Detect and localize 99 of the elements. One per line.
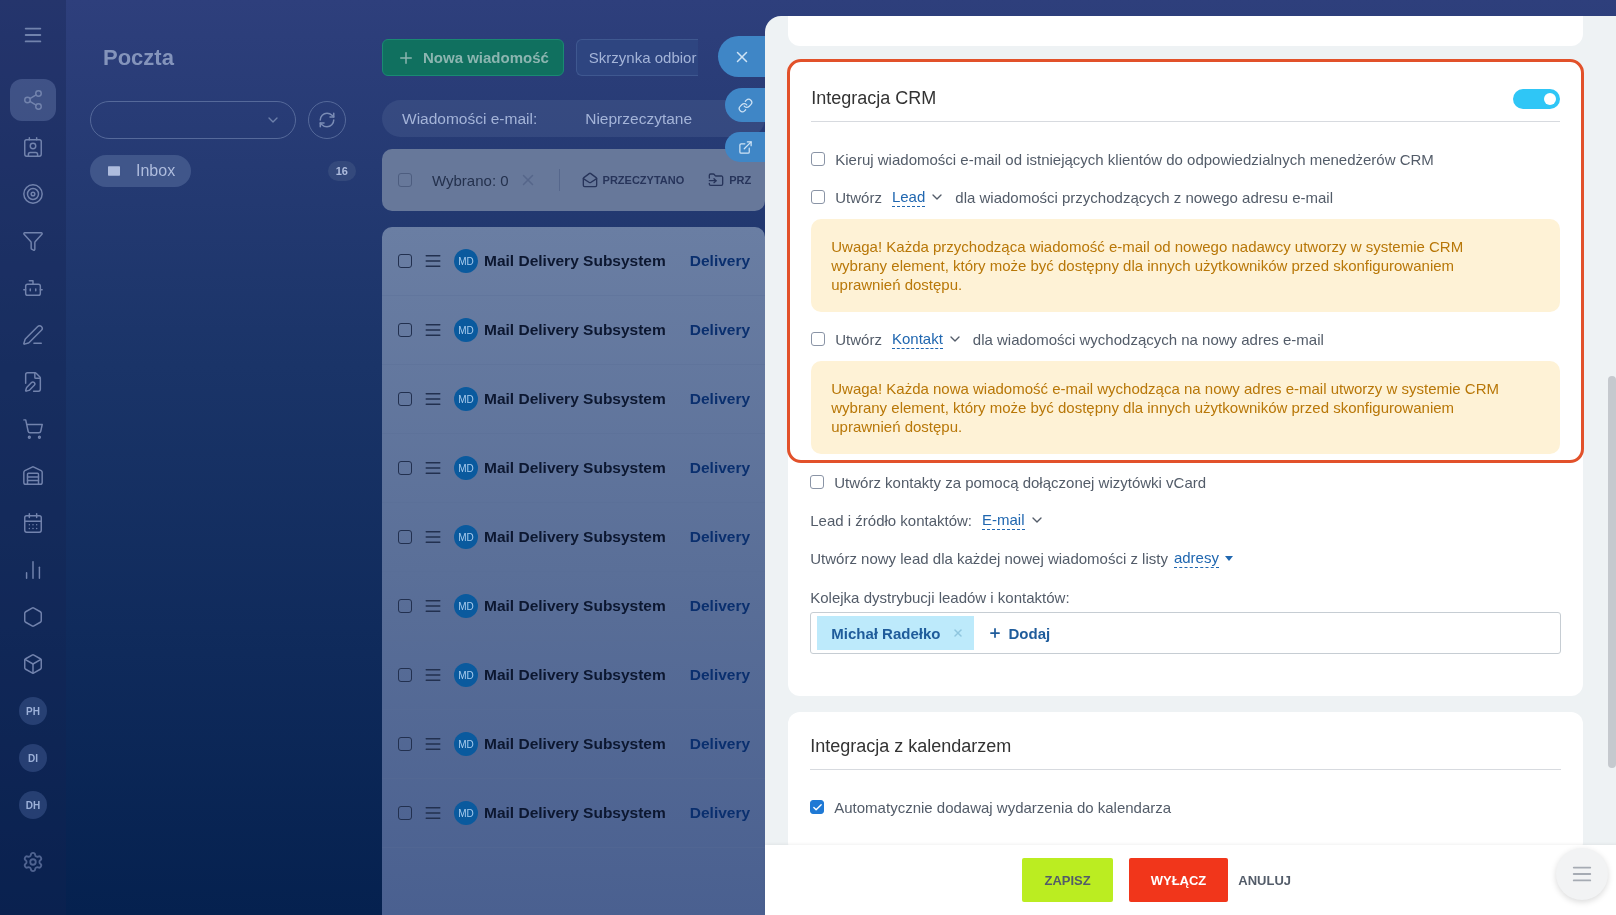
sender-avatar: MD bbox=[454, 249, 478, 273]
warning-notice: Uwaga! Każda przychodząca wiadomość e-mail od nowego nadawcy utworzy w systemie CRM wybrany element, który może być dostępny dla innych użytkowników przed skonfigurowaniem uprawnień dostępu. bbox=[811, 219, 1561, 312]
checkbox[interactable] bbox=[811, 190, 826, 204]
envelope-icon bbox=[106, 163, 122, 179]
field-label: Kolejka dystrybucji leadów i kontaktów: bbox=[810, 589, 1071, 606]
mail-sender[interactable]: Mail Delivery Subsystem bbox=[484, 252, 666, 270]
people-field[interactable]: Michał Radełko Dodaj bbox=[810, 612, 1562, 654]
add-button[interactable]: Dodaj bbox=[988, 624, 1051, 642]
open-envelope-icon bbox=[581, 172, 598, 188]
sender-avatar: MD bbox=[454, 594, 478, 618]
drag-handle-icon[interactable] bbox=[424, 252, 442, 270]
mail-subject[interactable]: Delivery bbox=[689, 597, 751, 615]
option-label: Kieruj wiadomości e-mail od istniejących klientów do odpowiedzialnych menedżerów CRM bbox=[835, 150, 1434, 168]
mail-subject[interactable]: Delivery bbox=[689, 252, 751, 270]
mail-subject[interactable]: Delivery bbox=[689, 459, 751, 477]
mail-sender[interactable]: Mail Delivery Subsystem bbox=[484, 735, 666, 753]
caret-icon bbox=[1224, 555, 1233, 561]
checkbox[interactable] bbox=[811, 152, 826, 166]
toolbar-action[interactable]: PRZ bbox=[708, 172, 752, 188]
page-title: Poczta bbox=[102, 45, 175, 72]
copy-link-button[interactable] bbox=[725, 88, 766, 122]
mail-sender[interactable]: Mail Delivery Subsystem bbox=[484, 528, 666, 546]
mail-sender[interactable]: Mail Delivery Subsystem bbox=[484, 459, 666, 477]
save-button[interactable]: ZAPISZ bbox=[1022, 858, 1113, 902]
close-button[interactable] bbox=[718, 36, 766, 77]
folder-arrow-icon bbox=[708, 172, 725, 188]
refresh-icon bbox=[318, 111, 336, 129]
external-link-icon bbox=[737, 139, 753, 155]
checkbox[interactable] bbox=[398, 461, 412, 475]
mail-sender[interactable]: Mail Delivery Subsystem bbox=[484, 390, 666, 408]
entity-select[interactable]: Kontakt bbox=[891, 329, 943, 349]
drag-handle-icon[interactable] bbox=[424, 597, 442, 615]
mail-subject[interactable]: Delivery bbox=[689, 666, 751, 684]
field-label: Lead i źródło kontaktów: bbox=[810, 511, 973, 529]
person-tag[interactable]: Michał Radełko bbox=[817, 616, 975, 650]
checkbox[interactable] bbox=[810, 475, 825, 489]
scrollbar[interactable] bbox=[1608, 376, 1616, 768]
sender-avatar: MD bbox=[454, 525, 478, 549]
drag-handle-icon[interactable] bbox=[424, 528, 442, 546]
mail-subject[interactable]: Delivery bbox=[689, 321, 751, 339]
checkbox[interactable] bbox=[398, 806, 412, 820]
folder-item[interactable]: Inbox bbox=[90, 155, 192, 187]
sender-avatar: MD bbox=[454, 801, 478, 825]
mail-sender[interactable]: Mail Delivery Subsystem bbox=[484, 666, 666, 684]
disable-button[interactable]: WYŁĄCZ bbox=[1128, 858, 1229, 902]
cancel-link[interactable]: ANULUJ bbox=[1238, 858, 1292, 902]
checkbox[interactable] bbox=[398, 599, 412, 613]
sender-avatar: MD bbox=[454, 318, 478, 342]
sender-avatar: MD bbox=[454, 663, 478, 687]
source-select[interactable]: E-mail bbox=[982, 510, 1025, 530]
checkbox[interactable] bbox=[398, 392, 412, 406]
section-title: Integracja CRM bbox=[811, 88, 937, 109]
mail-subject[interactable]: Delivery bbox=[689, 528, 751, 546]
checkbox[interactable] bbox=[398, 254, 412, 268]
option-label: dla wiadomości wychodzących na nowy adres e-mail bbox=[972, 330, 1324, 348]
link-icon bbox=[737, 97, 753, 113]
toolbar-action[interactable]: PRZECZYTANO bbox=[581, 172, 685, 188]
plus-icon bbox=[988, 626, 1003, 640]
drag-handle-icon[interactable] bbox=[424, 666, 442, 684]
filter-label: Wiadomości e-mail: bbox=[402, 109, 538, 128]
mail-subject[interactable]: Delivery bbox=[689, 390, 751, 408]
toggle-switch[interactable] bbox=[1513, 88, 1561, 109]
option-label: Utwórz bbox=[835, 330, 882, 348]
filter-option[interactable]: Nieprzeczytane bbox=[585, 109, 693, 128]
option-label: Utwórz bbox=[835, 188, 882, 206]
warning-notice: Uwaga! Każda nowa wiadomość e-mail wychodząca na nowy adres e-mail utworzy w systemie CRM wybrany element, który może być dostępny dla innych użytkowników przed skonfigurowaniem uprawnień dostępu. bbox=[811, 361, 1561, 454]
mail-subject[interactable]: Delivery bbox=[689, 804, 751, 822]
checkbox[interactable] bbox=[398, 668, 412, 682]
mail-subject[interactable]: Delivery bbox=[689, 735, 751, 753]
drag-handle-icon[interactable] bbox=[424, 390, 442, 408]
checkbox[interactable] bbox=[398, 530, 412, 544]
option-label: Automatycznie dodawaj wydarzenia do kalendarza bbox=[834, 798, 1172, 816]
selected-count: Wybrano: 0 bbox=[432, 171, 509, 189]
new-message-button[interactable]: Nowa wiadomość bbox=[382, 39, 564, 76]
mail-sender[interactable]: Mail Delivery Subsystem bbox=[484, 804, 666, 822]
checkbox[interactable] bbox=[811, 332, 826, 346]
sender-avatar: MD bbox=[454, 732, 478, 756]
mail-sender[interactable]: Mail Delivery Subsystem bbox=[484, 597, 666, 615]
sender-avatar: MD bbox=[454, 456, 478, 480]
field-label: Utwórz nowy lead dla każdej nowej wiadomości z listy bbox=[810, 549, 1168, 567]
drag-handle-icon[interactable] bbox=[424, 321, 442, 339]
mailbox-button[interactable]: Skrzynka odbior bbox=[575, 39, 699, 76]
drag-handle-icon[interactable] bbox=[424, 735, 442, 753]
open-new-window-button[interactable] bbox=[725, 132, 766, 162]
checkbox[interactable] bbox=[810, 800, 825, 814]
entity-select[interactable]: Lead bbox=[891, 187, 926, 207]
share-nodes-icon[interactable] bbox=[10, 79, 56, 121]
list-select[interactable]: adresy bbox=[1173, 548, 1219, 568]
checkbox[interactable] bbox=[398, 173, 412, 187]
option-label: Utwórz kontakty za pomocą dołączonej wizytówki vCard bbox=[834, 473, 1207, 491]
sender-avatar: MD bbox=[454, 387, 478, 411]
drag-handle-icon[interactable] bbox=[424, 804, 442, 822]
checkbox[interactable] bbox=[398, 737, 412, 751]
option-label: dla wiadomości przychodzących z nowego adresu e-mail bbox=[955, 188, 1333, 206]
checkbox[interactable] bbox=[398, 323, 412, 337]
section-title: Integracja z kalendarzem bbox=[810, 736, 1012, 757]
unread-count: 16 bbox=[327, 161, 356, 181]
drag-handle-icon[interactable] bbox=[424, 459, 442, 477]
mail-sender[interactable]: Mail Delivery Subsystem bbox=[484, 321, 666, 339]
